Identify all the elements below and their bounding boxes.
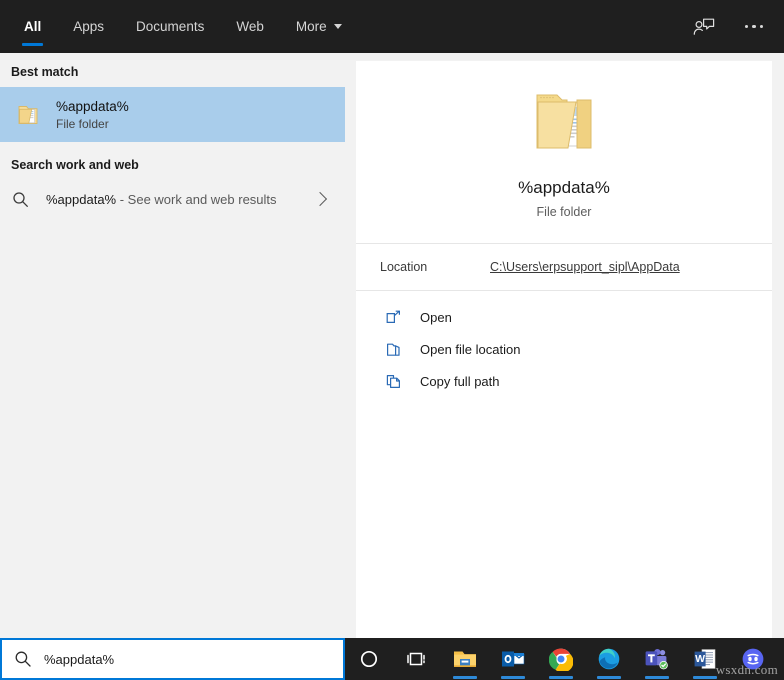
taskbar-item-cortana[interactable] (345, 638, 393, 680)
web-result-text: %appdata% - See work and web results (46, 192, 315, 207)
open-external-icon (382, 309, 404, 326)
outlook-icon (501, 648, 525, 670)
taskbar-item-teams[interactable] (633, 638, 681, 680)
detail-preview: %appdata% File folder (356, 61, 772, 219)
action-open-label: Open (420, 310, 452, 325)
web-result-suffix: - See work and web results (116, 192, 276, 207)
edge-icon (597, 647, 621, 671)
cortana-circle-icon (358, 648, 380, 670)
taskbar-running-indicator (645, 676, 669, 679)
tab-more[interactable]: More (280, 0, 358, 53)
tab-all-label: All (24, 19, 41, 34)
search-input[interactable]: %appdata% (44, 652, 114, 667)
taskbar-item-task-view[interactable] (393, 638, 441, 680)
location-label: Location (380, 260, 490, 274)
taskbar-item-outlook[interactable] (489, 638, 537, 680)
taskbar: %appdata% (0, 638, 784, 680)
file-explorer-icon (452, 647, 478, 671)
tab-more-label: More (296, 19, 327, 34)
taskbar-item-edge[interactable] (585, 638, 633, 680)
detail-title: %appdata% (518, 178, 610, 198)
chrome-icon (549, 647, 573, 671)
tab-web-label: Web (236, 19, 264, 34)
task-view-icon (405, 648, 429, 670)
result-item-text: %appdata% File folder (56, 98, 129, 132)
svg-text:W: W (695, 653, 705, 665)
action-open-file-location-label: Open file location (420, 342, 520, 357)
folder-large-icon (529, 89, 599, 158)
teams-icon (644, 647, 670, 671)
more-options-button[interactable] (734, 9, 774, 45)
web-search-heading: Search work and web (0, 142, 345, 180)
watermark: wsxdn.com (716, 662, 778, 678)
web-result-item[interactable]: %appdata% - See work and web results (0, 180, 345, 218)
folder-icon (12, 101, 46, 129)
taskbar-item-file-explorer[interactable] (441, 638, 489, 680)
tab-documents[interactable]: Documents (120, 0, 220, 53)
chevron-down-icon (334, 24, 342, 29)
detail-actions: Open Open file location (356, 291, 772, 397)
taskbar-running-indicator (597, 676, 621, 679)
web-result-query: %appdata% (46, 192, 116, 207)
taskbar-running-indicator (549, 676, 573, 679)
header-actions (684, 0, 774, 53)
tab-apps-label: Apps (73, 19, 104, 34)
detail-panel: %appdata% File folder Location C:\Users\… (356, 61, 772, 638)
tab-documents-label: Documents (136, 19, 204, 34)
ellipsis-icon (745, 25, 764, 29)
folder-open-icon (382, 341, 404, 358)
taskbar-running-indicator (501, 676, 525, 679)
results-pane: Best match %appdata% File folder Search … (0, 53, 345, 638)
location-row: Location C:\Users\erpsupport_sipl\AppDat… (356, 244, 772, 290)
result-item-appdata[interactable]: %appdata% File folder (0, 87, 345, 142)
result-item-title: %appdata% (56, 98, 129, 115)
tab-apps[interactable]: Apps (57, 0, 120, 53)
search-icon (12, 191, 38, 208)
chevron-right-icon (313, 192, 327, 206)
copy-icon (382, 373, 404, 390)
taskbar-running-indicator (453, 676, 477, 679)
person-chat-icon (693, 17, 715, 37)
result-item-subtitle: File folder (56, 116, 129, 132)
feedback-button[interactable] (684, 9, 724, 45)
best-match-heading: Best match (0, 53, 345, 87)
location-path-link[interactable]: C:\Users\erpsupport_sipl\AppData (490, 260, 680, 274)
taskbar-search-box[interactable]: %appdata% (0, 638, 345, 680)
word-icon: W (693, 647, 717, 671)
tab-web[interactable]: Web (220, 0, 280, 53)
active-tab-indicator (22, 43, 43, 46)
windows-search-flyout: All Apps Documents Web More (0, 0, 784, 680)
search-icon (2, 650, 44, 668)
action-copy-full-path-label: Copy full path (420, 374, 500, 389)
taskbar-running-indicator (693, 676, 717, 679)
action-open-file-location[interactable]: Open file location (356, 333, 772, 365)
taskbar-item-chrome[interactable] (537, 638, 585, 680)
action-open[interactable]: Open (356, 301, 772, 333)
detail-subtitle: File folder (537, 205, 592, 219)
action-copy-full-path[interactable]: Copy full path (356, 365, 772, 397)
search-header: All Apps Documents Web More (0, 0, 784, 53)
search-filter-tabs: All Apps Documents Web More (0, 0, 358, 53)
tab-all[interactable]: All (8, 0, 57, 53)
